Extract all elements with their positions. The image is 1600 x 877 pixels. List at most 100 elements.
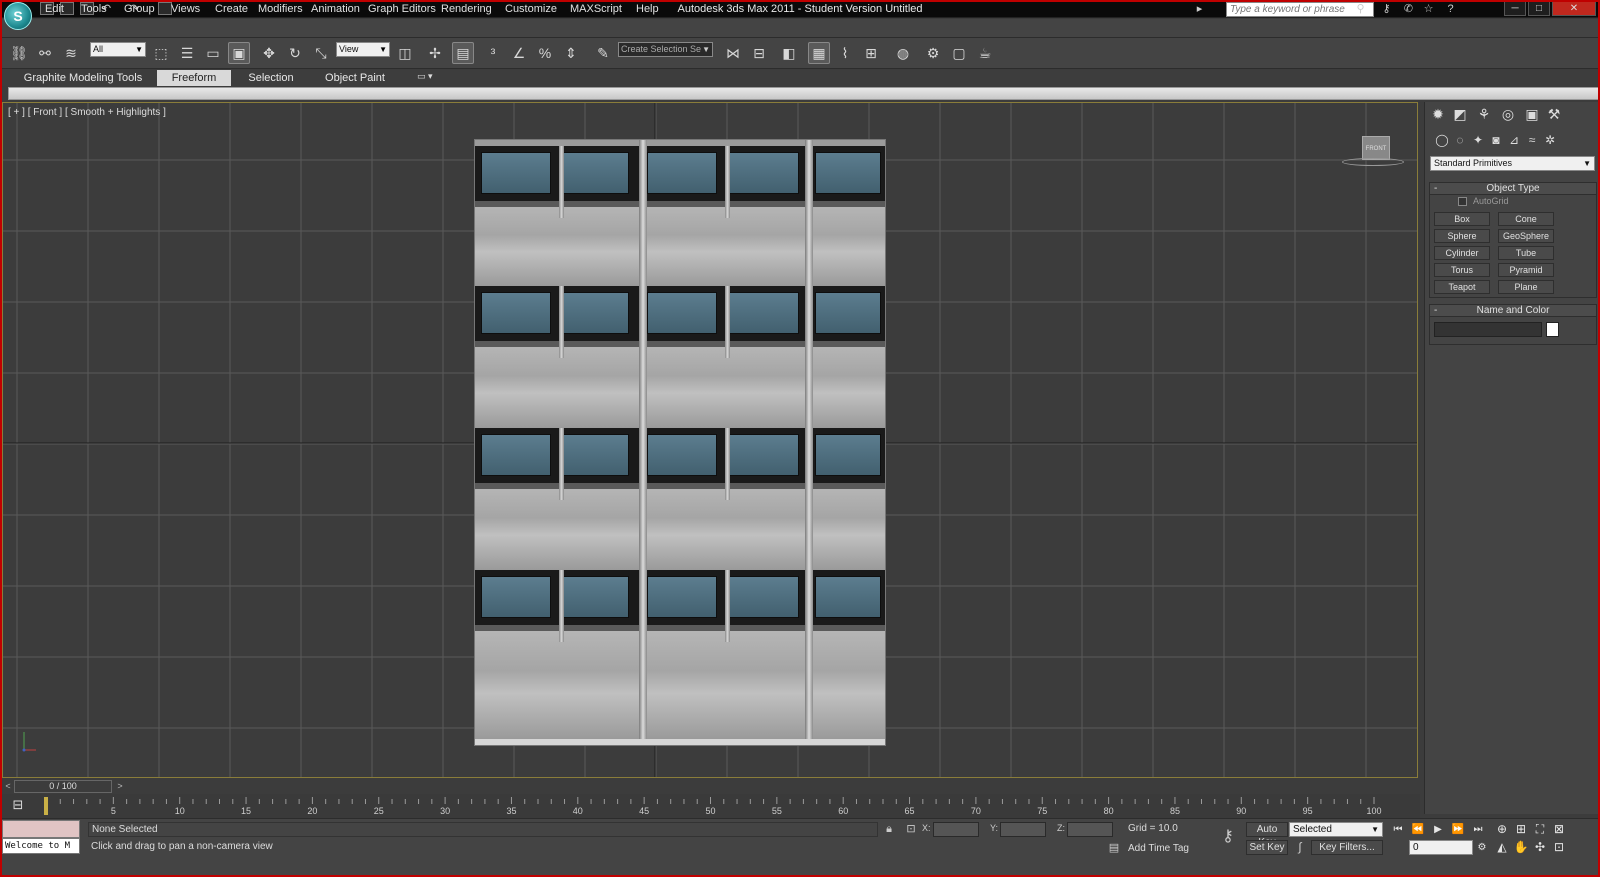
current-frame-marker[interactable] (44, 797, 48, 815)
lights-category-icon[interactable]: ✦ (1470, 132, 1486, 148)
key-tangent-icon[interactable]: ∫ (1292, 840, 1308, 855)
infocenter-expand-icon[interactable]: ▸ (1193, 3, 1206, 15)
sphere-button[interactable]: Sphere (1434, 229, 1490, 243)
set-key-button[interactable]: Set Key (1246, 840, 1288, 855)
helpers-category-icon[interactable]: ⊿ (1506, 132, 1522, 148)
menu-edit[interactable]: Edit (45, 3, 64, 15)
close-button[interactable]: ✕ (1552, 1, 1596, 16)
rectangular-selection-region-icon[interactable]: ▭ (202, 42, 224, 64)
viewport-label[interactable]: [ + ] [ Front ] [ Smooth + Highlights ] (8, 107, 166, 118)
shapes-category-icon[interactable]: ◌ (1452, 132, 1468, 148)
autogrid-checkbox[interactable] (1458, 197, 1467, 206)
building-facade-plane[interactable] (474, 139, 886, 746)
schematic-view-icon[interactable]: ⊞ (860, 42, 882, 64)
percent-snap-icon[interactable]: % (534, 42, 556, 64)
front-viewport[interactable]: [ + ] [ Front ] [ Smooth + Highlights ] … (2, 102, 1418, 778)
tab-object-paint[interactable]: Object Paint (312, 70, 398, 86)
named-selection-set-dropdown[interactable]: Create Selection Se ▼ (618, 42, 713, 57)
render-setup-icon[interactable]: ⚙ (922, 42, 944, 64)
search-binoculars-icon[interactable]: ⚲ (1354, 3, 1367, 15)
menu-modifiers[interactable]: Modifiers (258, 3, 303, 15)
selection-filter-dropdown[interactable]: All ▼ (90, 42, 146, 57)
selection-lock-icon[interactable]: 🔒︎ (882, 822, 896, 836)
keyboard-shortcut-override-icon[interactable]: ▤ (452, 42, 474, 64)
time-slider-thumb[interactable]: 0 / 100 (14, 780, 112, 793)
render-production-teapot-icon[interactable]: ☕ (974, 42, 996, 64)
cameras-category-icon[interactable]: ◙ (1488, 132, 1504, 148)
x-coordinate-field[interactable] (933, 822, 979, 837)
previous-frame-icon[interactable]: ⏪ (1410, 822, 1426, 837)
time-tag-icon[interactable]: ▤ (1107, 841, 1121, 855)
spinner-snap-icon[interactable]: ⇕ (560, 42, 582, 64)
unlink-selection-icon[interactable]: ⚯ (34, 42, 56, 64)
play-icon[interactable]: ▶ (1430, 822, 1446, 837)
auto-key-button[interactable]: Auto Key (1246, 822, 1288, 848)
next-frame-icon[interactable]: ⏩ (1450, 822, 1466, 837)
pyramid-button[interactable]: Pyramid (1498, 263, 1554, 277)
zoom-extents-icon[interactable]: ⛶ (1532, 821, 1548, 837)
use-pivot-point-center-icon[interactable]: ◫ (394, 42, 416, 64)
select-and-scale-icon[interactable]: ⤡ (310, 42, 332, 64)
help-icon[interactable]: ? (1444, 3, 1457, 15)
angle-snap-icon[interactable]: ∠ (508, 42, 530, 64)
subscription-icon[interactable]: ⚷ (1380, 3, 1393, 15)
time-configuration-icon[interactable]: ⚙ (1474, 840, 1490, 855)
select-by-name-icon[interactable]: ☰ (176, 42, 198, 64)
motion-tab-icon[interactable]: ◎ (1499, 105, 1517, 123)
modify-tab-icon[interactable]: ◩ (1451, 105, 1469, 123)
absolute-relative-mode-icon[interactable]: ⊡ (904, 822, 918, 836)
menu-maxscript[interactable]: MAXScript (570, 3, 622, 15)
tab-graphite-modeling-tools[interactable]: Graphite Modeling Tools (10, 70, 156, 86)
key-mode-dropdown[interactable]: Selected ▼ (1289, 822, 1383, 837)
geosphere-button[interactable]: GeoSphere (1498, 229, 1554, 243)
y-coordinate-field[interactable] (1000, 822, 1046, 837)
select-object-icon[interactable]: ⬚ (150, 42, 172, 64)
time-slider[interactable] (2, 780, 1418, 793)
search-input[interactable] (1226, 2, 1374, 17)
z-coordinate-field[interactable] (1067, 822, 1113, 837)
mini-curve-editor-icon[interactable]: ⊟ (8, 797, 28, 815)
menu-customize[interactable]: Customize (505, 3, 557, 15)
maximize-button[interactable]: □ (1528, 1, 1550, 16)
bind-to-space-warp-icon[interactable]: ≋ (60, 42, 82, 64)
utilities-tab-icon[interactable]: ⚒ (1545, 105, 1563, 123)
hierarchy-tab-icon[interactable]: ⚘ (1475, 105, 1493, 123)
set-keys-key-icon[interactable]: ⚷ (1216, 829, 1240, 845)
teapot-button[interactable]: Teapot (1434, 280, 1490, 294)
object-color-swatch[interactable] (1546, 322, 1559, 337)
favorites-star-icon[interactable]: ☆ (1422, 3, 1435, 15)
reference-coordinate-dropdown[interactable]: View ▼ (336, 42, 390, 57)
snaps-toggle-icon[interactable]: ³ (482, 42, 504, 64)
select-and-link-icon[interactable]: ⛓ (8, 42, 30, 64)
zoom-extents-all-icon[interactable]: ⊠ (1551, 821, 1567, 837)
name-and-color-rollout-header[interactable]: - Name and Color (1429, 304, 1597, 317)
tab-freeform[interactable]: Freeform (157, 70, 231, 86)
object-name-field[interactable] (1434, 322, 1542, 337)
menu-views[interactable]: Views (171, 3, 200, 15)
maxscript-mini-listener[interactable]: Welcome to M (2, 838, 80, 854)
graphite-modeling-tools-toggle-icon[interactable]: ▦ (808, 42, 830, 64)
create-tab-icon[interactable]: ✹ (1429, 105, 1447, 123)
curve-editor-icon[interactable]: ⌇ (834, 42, 856, 64)
box-button[interactable]: Box (1434, 212, 1490, 226)
space-warps-category-icon[interactable]: ≈ (1524, 132, 1540, 148)
menu-help[interactable]: Help (636, 3, 659, 15)
edit-named-selection-sets-icon[interactable]: ✎ (592, 42, 614, 64)
geometry-category-icon[interactable]: ◯ (1434, 132, 1450, 148)
object-category-dropdown[interactable]: Standard Primitives ▼ (1430, 156, 1595, 171)
zoom-all-icon[interactable]: ⊞ (1513, 821, 1529, 837)
pan-view-hand-icon[interactable]: ✋ (1513, 839, 1529, 855)
time-slider-next-button[interactable]: > (114, 780, 126, 793)
application-button-icon[interactable]: S (4, 2, 32, 30)
tab-selection[interactable]: Selection (235, 70, 307, 86)
maxscript-listener-pink[interactable] (2, 820, 80, 838)
systems-category-icon[interactable]: ✲ (1542, 132, 1558, 148)
add-time-tag[interactable]: Add Time Tag (1128, 843, 1189, 854)
viewcube-compass-ring[interactable] (1342, 158, 1404, 166)
time-slider-previous-button[interactable]: < (2, 780, 14, 793)
go-to-start-icon[interactable]: ⏮ (1390, 822, 1406, 837)
layer-manager-icon[interactable]: ◧ (778, 42, 800, 64)
go-to-end-icon[interactable]: ⏭ (1470, 822, 1486, 837)
frame-ruler[interactable]: 5 10 15 20 25 30 35 40 45 50 55 60 65 70 75 80 85 90 95 100 (46, 797, 1416, 817)
current-frame-field[interactable]: 0 (1409, 840, 1473, 855)
